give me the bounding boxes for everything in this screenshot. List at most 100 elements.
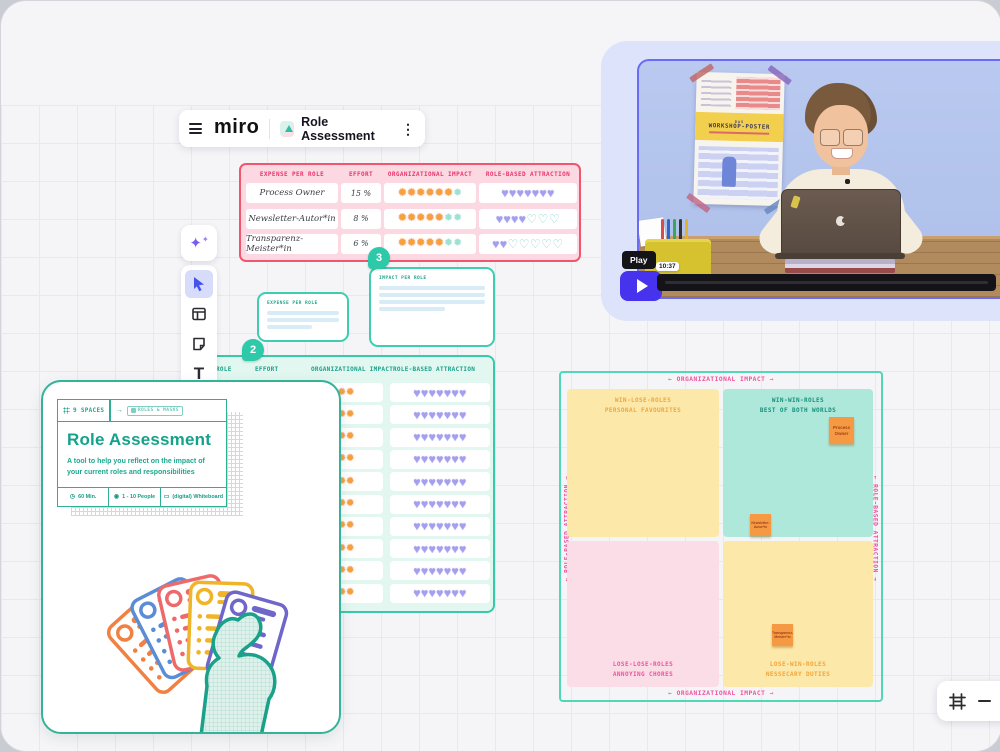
sticky-note-icon: [191, 336, 207, 352]
rating-icons: ♥♥♥♥♥♥♥: [413, 565, 466, 577]
expense-role-cell[interactable]: Process Owner: [246, 183, 338, 203]
quadrant-subtitle: ANNOYING CHORES: [567, 670, 719, 680]
filled-rating-icon: ♥: [413, 497, 421, 511]
ai-tool-button[interactable]: ✦✦: [181, 225, 217, 261]
step-note-impact[interactable]: IMPACT PER ROLE: [369, 267, 495, 347]
filled-rating-icon: ♥: [421, 564, 429, 578]
book-stack: [785, 259, 895, 273]
video-player[interactable]: DAS WORKSHOP-POSTER: [637, 59, 1000, 299]
step-note-lines: [267, 311, 339, 329]
step-badge-3[interactable]: 3: [368, 247, 390, 269]
frames-tool-button[interactable]: [185, 300, 213, 328]
expense-effort-cell[interactable]: 15 %: [341, 183, 381, 203]
sticky-note-tool-button[interactable]: [185, 330, 213, 358]
impact-attraction-matrix[interactable]: ← ORGANIZATIONAL IMPACT → ← ORGANIZATION…: [559, 371, 883, 702]
filled-rating-icon: ✹: [416, 187, 425, 199]
sticky-note[interactable]: Process Owner: [829, 417, 854, 444]
filled-rating-icon: ♥: [459, 430, 467, 444]
meta-people: ◉ 1 - 10 People: [109, 488, 160, 506]
empty-rating-icon: ♡: [530, 237, 541, 251]
empty-rating-icon: ✹: [444, 237, 453, 249]
filled-rating-icon: ♥: [436, 386, 444, 400]
quadrant-title: LOSE-LOSE-ROLES: [567, 660, 719, 670]
step-badge-2[interactable]: 2: [242, 339, 264, 361]
sparkle-icon: ✦✦: [189, 236, 208, 251]
empty-rating-icon: ♡: [553, 237, 564, 251]
board-thumbnail-icon: [280, 121, 294, 137]
filled-rating-icon: ✹: [346, 587, 354, 598]
filled-rating-icon: ♥: [413, 475, 421, 489]
filled-rating-icon: ♥: [451, 475, 459, 489]
video-progress-bar[interactable]: [657, 274, 996, 291]
filled-rating-icon: ♥: [539, 186, 547, 200]
select-tool-button[interactable]: [185, 270, 213, 298]
spaces-label: 9 SPACES: [73, 407, 104, 414]
sticky-note[interactable]: Transparenz-Meister*in: [772, 624, 793, 646]
expense-attraction-cell[interactable]: ♥♥♥♥♡♡♡: [479, 209, 577, 229]
template-card[interactable]: 9 SPACES → ROLES & MASKS Role Assessment…: [41, 380, 341, 734]
filled-rating-icon: ♥: [436, 542, 444, 556]
role-name: Transparenz-Meister*in: [246, 234, 338, 254]
expense-attraction-cell[interactable]: ♥♥♥♥♥♥♥: [479, 183, 577, 203]
header-divider: [269, 119, 270, 139]
filled-rating-icon: ✹: [346, 520, 354, 531]
quadrant-win-lose[interactable]: WIN-LOSE-ROLES PERSONAL FAVOURITES: [567, 389, 719, 537]
category-chip[interactable]: ROLES & MASKS: [127, 406, 183, 416]
sticky-note[interactable]: Newsletter-Autor*in: [750, 514, 771, 536]
filled-rating-icon: ♥: [436, 430, 444, 444]
creation-toolbar: T: [181, 265, 217, 397]
filled-rating-icon: ♥: [451, 519, 459, 533]
effort-value: 8 %: [353, 214, 368, 223]
hearts-cell: ♥♥♥♥♥♥♥: [390, 383, 490, 402]
filled-rating-icon: ♥: [436, 475, 444, 489]
quadrant-lose-lose[interactable]: LOSE-LOSE-ROLES ANNOYING CHORES: [567, 541, 719, 687]
spaces-label-row: 9 SPACES: [63, 407, 104, 414]
expense-impact-cell[interactable]: ✹✹✹✹✹✹✹: [384, 234, 476, 254]
rating-table-header: ORGANIZATIONAL IMPACT: [311, 366, 393, 373]
empty-rating-icon: ♡: [507, 237, 518, 251]
quadrant-lose-win[interactable]: LOSE-WIN-ROLES NESSECARY DUTIES: [723, 541, 873, 687]
filled-rating-icon: ♥: [511, 212, 519, 226]
role-name: Newsletter-Autor*in: [248, 214, 335, 224]
filled-rating-icon: ♥: [436, 452, 444, 466]
expense-impact-cell[interactable]: ✹✹✹✹✹✹✹: [384, 183, 476, 203]
filled-rating-icon: ♥: [421, 542, 429, 556]
zoom-out-icon[interactable]: [978, 700, 991, 703]
expense-attraction-cell[interactable]: ♥♥♡♡♡♡♡: [479, 234, 577, 254]
poster-figure: [722, 157, 737, 187]
expense-role-cell[interactable]: Transparenz-Meister*in: [246, 234, 338, 254]
placeholder-line: [379, 300, 485, 304]
filled-rating-icon: ✹: [346, 565, 354, 576]
template-card-info-box: 9 SPACES → ROLES & MASKS Role Assessment…: [57, 399, 227, 507]
hearts-cell: ♥♥♥♥♥♥♥: [390, 428, 490, 447]
play-icon: [637, 279, 648, 293]
empty-rating-icon: ♡: [538, 212, 549, 226]
expense-table-header: ROLE-BASED ATTRACTION: [479, 171, 577, 178]
step-note-expense[interactable]: EXPENSE PER ROLE: [257, 292, 349, 342]
effort-value: 15 %: [351, 189, 371, 198]
play-button[interactable]: [620, 271, 662, 301]
placeholder-line: [379, 307, 445, 311]
miro-canvas: miro Role Assessment ⋮ ✦✦ T: [0, 0, 1000, 752]
board-title[interactable]: Role Assessment: [301, 115, 391, 143]
rating-icons: ♥♥♥♥♥♥♥: [413, 453, 466, 465]
cursor-icon: [191, 276, 207, 292]
fit-to-screen-icon[interactable]: [949, 693, 966, 710]
expense-role-cell[interactable]: Newsletter-Autor*in: [246, 209, 338, 229]
filled-rating-icon: ♥: [547, 186, 555, 200]
zoom-toolbar: [937, 681, 1000, 721]
workshop-poster: DAS WORKSHOP-POSTER: [693, 72, 784, 206]
quadrant-win-win[interactable]: WIN-WIN-ROLES BEST OF BOTH WORLDS: [723, 389, 873, 537]
filled-rating-icon: ✹: [407, 212, 416, 224]
filled-rating-icon: ✹: [444, 187, 453, 199]
frame-icon: [191, 306, 207, 322]
step-note-title: EXPENSE PER ROLE: [267, 301, 339, 306]
miro-logo[interactable]: miro: [214, 116, 259, 139]
expense-impact-cell[interactable]: ✹✹✹✹✹✹✹: [384, 209, 476, 229]
filled-rating-icon: ♥: [413, 564, 421, 578]
hamburger-menu-icon[interactable]: [189, 123, 202, 134]
expense-table[interactable]: EXPENSE PER ROLE EFFORT ORGANIZATIONAL I…: [239, 163, 581, 262]
more-options-icon[interactable]: ⋮: [401, 122, 415, 136]
expense-effort-cell[interactable]: 8 %: [341, 209, 381, 229]
video-timestamp: 10:37: [656, 262, 679, 271]
